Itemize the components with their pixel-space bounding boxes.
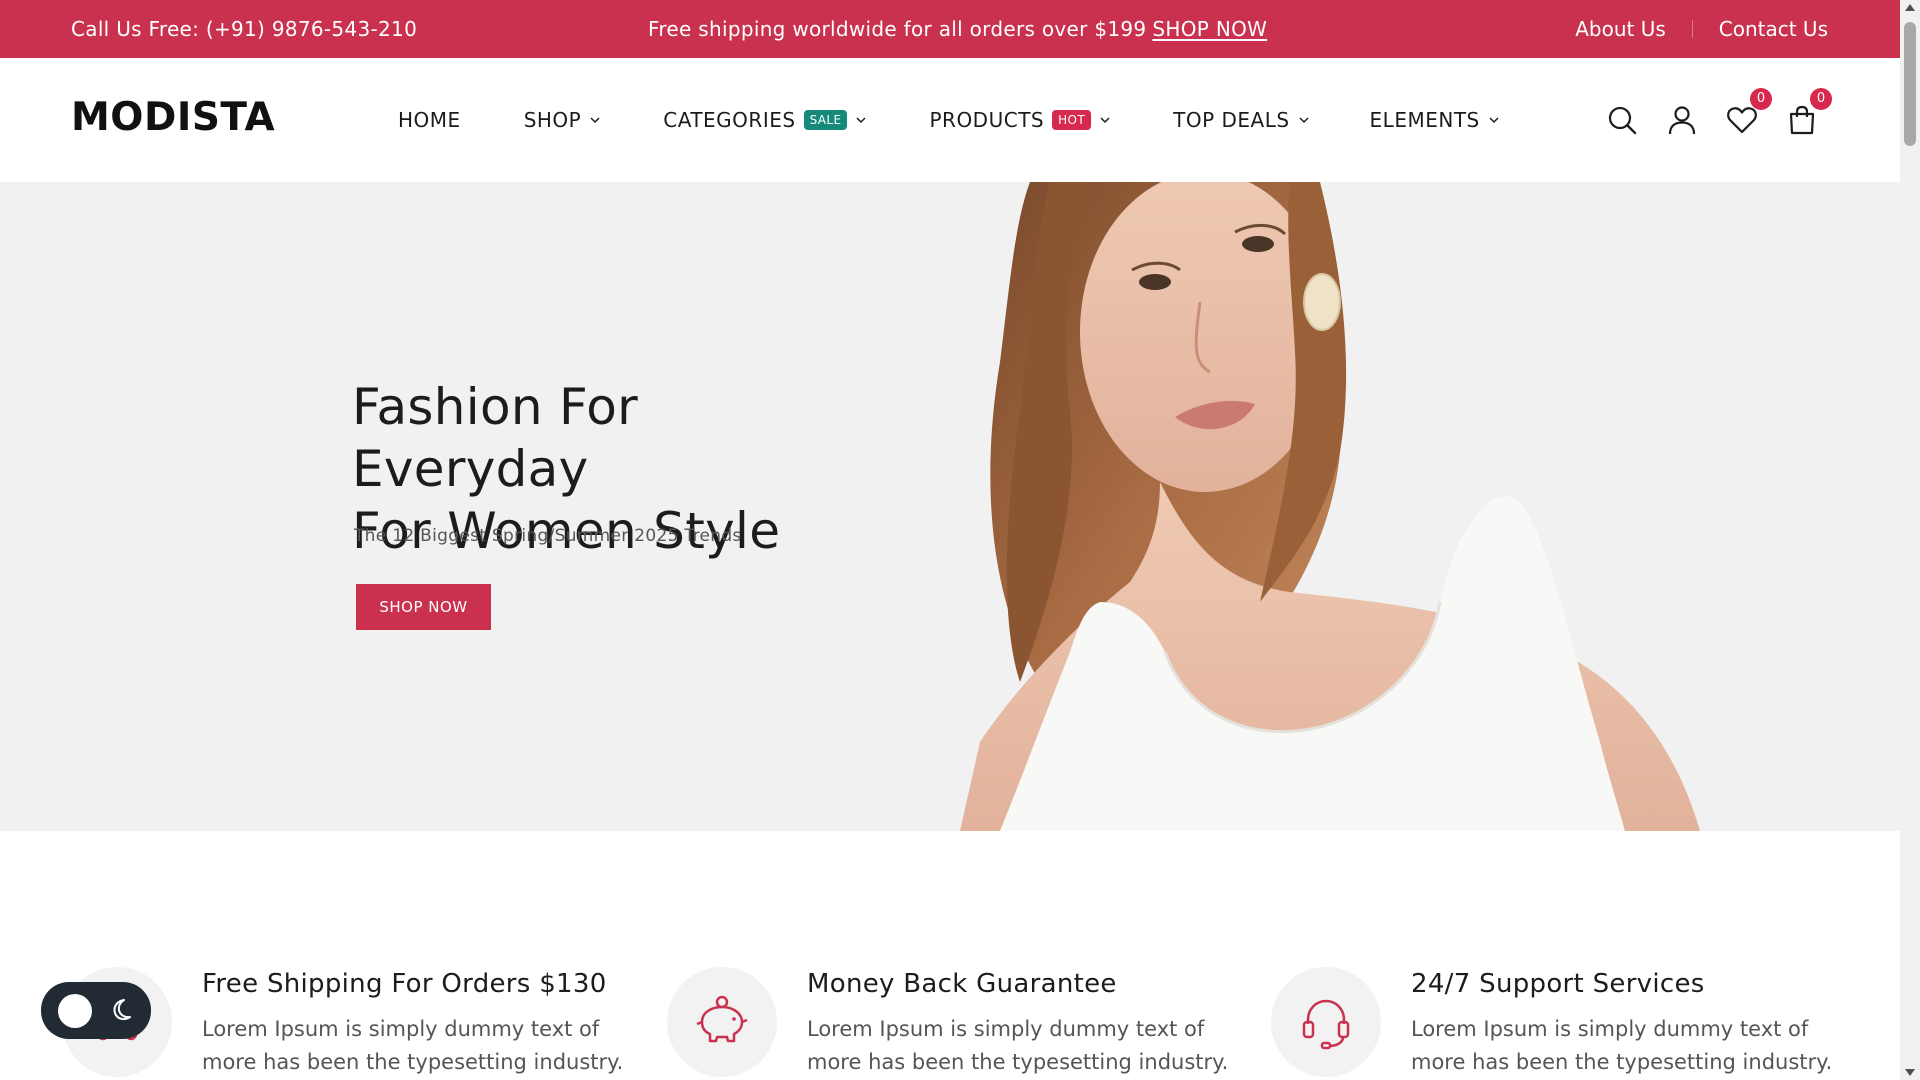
shopping-bag-icon <box>1789 105 1815 135</box>
feature-icon-circle <box>667 967 777 1077</box>
nav-shop-label: SHOP <box>523 108 582 132</box>
feature-title: 24/7 Support Services <box>1411 969 1705 999</box>
cart-button[interactable]: 0 <box>1784 88 1832 138</box>
nav-top-deals[interactable]: TOP DEALS <box>1173 108 1309 132</box>
scroll-up-arrow[interactable] <box>1905 4 1915 11</box>
chevron-down-icon <box>1489 117 1499 124</box>
hero-model-image <box>960 182 1700 831</box>
hero-subtitle: The 12 Biggest Spring/Summer 2025 Trends <box>354 526 742 546</box>
promo-text: Free shipping worldwide for all orders o… <box>648 17 1147 41</box>
feature-icon-circle <box>1271 967 1381 1077</box>
nav-home[interactable]: HOME <box>398 108 461 132</box>
sale-badge: SALE <box>803 110 848 130</box>
search-icon <box>1608 106 1637 135</box>
nav-categories[interactable]: CATEGORIES SALE <box>663 108 867 132</box>
top-announcement-bar: Call Us Free: (+91) 9876-543-210 Free sh… <box>0 0 1900 58</box>
feature-description: Lorem Ipsum is simply dummy text of more… <box>202 1017 624 1074</box>
theme-toggle[interactable] <box>41 982 151 1039</box>
nav-top-deals-label: TOP DEALS <box>1173 108 1290 132</box>
feature-description: Lorem Ipsum is simply dummy text of more… <box>807 1017 1229 1074</box>
wishlist-count-badge: 0 <box>1750 88 1772 110</box>
hot-badge: HOT <box>1052 110 1092 130</box>
main-nav: HOME SHOP CATEGORIES SALE PRODUCTS HOT T… <box>398 58 1560 182</box>
hero-title-line1: Fashion For Everyday <box>352 378 639 498</box>
header-icons: 0 0 <box>1604 58 1844 182</box>
divider <box>1691 20 1693 38</box>
chevron-down-icon <box>1299 117 1309 124</box>
toggle-knob <box>58 994 92 1028</box>
phone-number: Call Us Free: (+91) 9876-543-210 <box>71 17 418 41</box>
nav-home-label: HOME <box>398 108 461 132</box>
shipping-promo: Free shipping worldwide for all orders o… <box>648 0 1267 58</box>
hero-shop-now-button[interactable]: SHOP NOW <box>356 584 491 630</box>
feature-title: Free Shipping For Orders $130 <box>202 969 607 999</box>
top-links: About Us Contact Us <box>1575 0 1828 58</box>
chevron-down-icon <box>856 117 867 124</box>
account-button[interactable] <box>1664 102 1700 138</box>
nav-shop[interactable]: SHOP <box>524 108 602 132</box>
about-us-link[interactable]: About Us <box>1575 17 1666 41</box>
promo-shop-now-link[interactable]: SHOP NOW <box>1152 17 1267 41</box>
wishlist-button[interactable]: 0 <box>1724 88 1772 138</box>
chevron-down-icon <box>1100 117 1110 124</box>
feature-title: Money Back Guarantee <box>807 969 1117 999</box>
nav-elements-label: ELEMENTS <box>1369 108 1480 132</box>
headset-icon <box>1302 999 1350 1050</box>
hero-banner: Fashion For Everyday For Women Style The… <box>0 182 1900 831</box>
contact-us-link[interactable]: Contact Us <box>1719 17 1828 41</box>
logo[interactable]: MODISTA <box>71 95 275 140</box>
user-icon <box>1668 106 1696 135</box>
piggy-bank-icon <box>696 995 748 1043</box>
nav-categories-label: CATEGORIES <box>663 108 796 132</box>
features-section: Free Shipping For Orders $130 Lorem Ipsu… <box>0 831 1900 1080</box>
nav-products-label: PRODUCTS <box>929 108 1045 132</box>
nav-products[interactable]: PRODUCTS HOT <box>929 108 1111 132</box>
heart-icon <box>1727 107 1757 134</box>
main-header: MODISTA HOME SHOP CATEGORIES SALE PRODUC… <box>0 58 1900 182</box>
moon-icon <box>113 999 131 1021</box>
search-button[interactable] <box>1604 102 1640 138</box>
cart-count-badge: 0 <box>1810 88 1832 110</box>
chevron-down-icon <box>590 117 600 124</box>
nav-elements[interactable]: ELEMENTS <box>1370 108 1500 132</box>
scroll-down-arrow[interactable] <box>1905 1069 1915 1076</box>
feature-description: Lorem Ipsum is simply dummy text of more… <box>1411 1017 1833 1074</box>
page-scrollbar[interactable] <box>1900 0 1920 1080</box>
scrollbar-thumb[interactable] <box>1904 22 1916 146</box>
